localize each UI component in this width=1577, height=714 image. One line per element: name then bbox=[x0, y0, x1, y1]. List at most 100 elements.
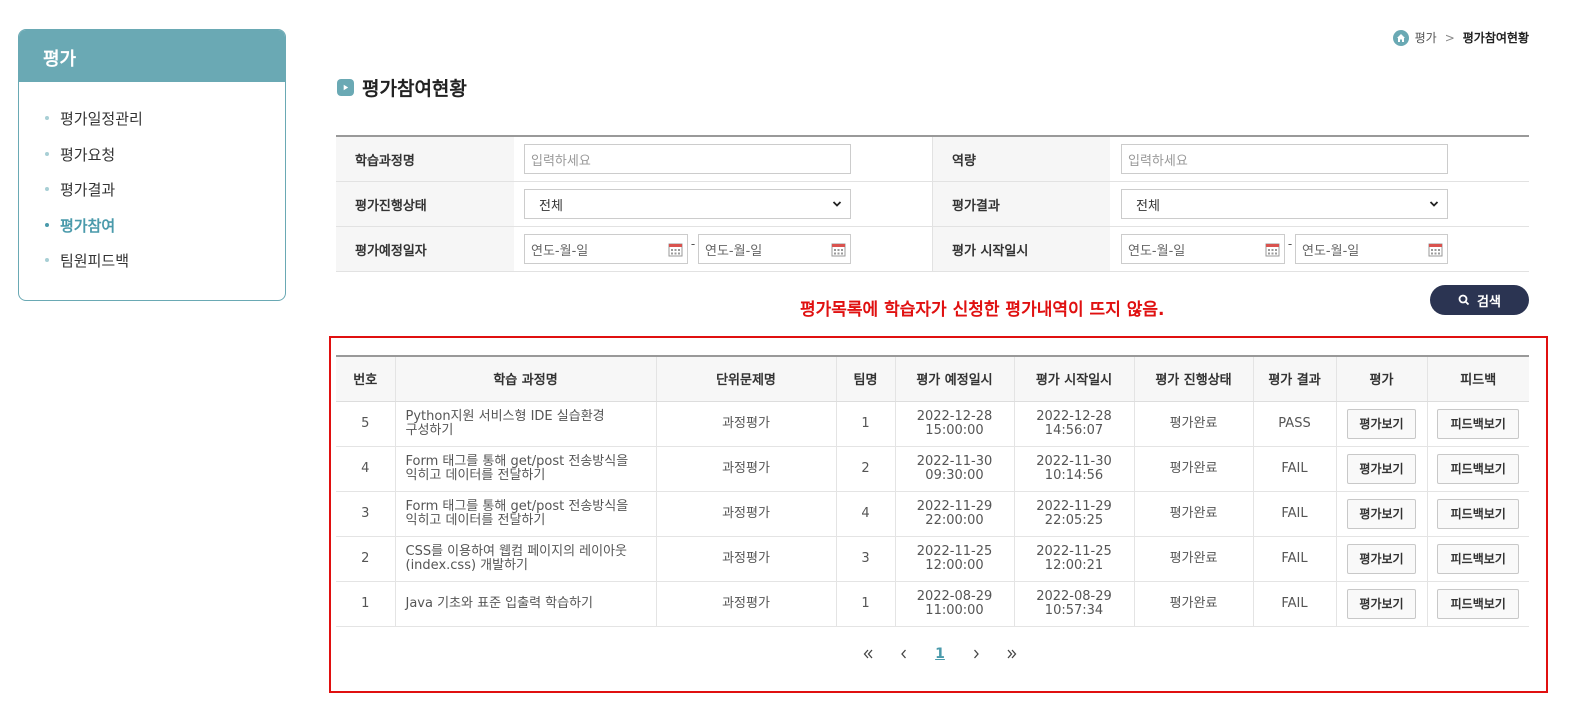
calendar-icon[interactable] bbox=[1428, 242, 1443, 257]
date-line: 2022-12-28 bbox=[1036, 408, 1112, 424]
header-scheduled: 평가 예정일시 bbox=[894, 355, 1014, 402]
calendar-icon[interactable] bbox=[668, 242, 683, 257]
cell-feedback: 피드백보기 bbox=[1426, 401, 1529, 447]
cell-team: 1 bbox=[835, 401, 895, 447]
date-line: 2022-11-25 bbox=[1036, 543, 1112, 559]
cell-no: 5 bbox=[336, 401, 395, 447]
chevron-down-icon bbox=[1429, 201, 1439, 207]
view-feedback-button[interactable]: 피드백보기 bbox=[1437, 408, 1520, 439]
sidebar-item-team-feedback[interactable]: 팀원피드백 bbox=[45, 250, 285, 286]
header-status: 평가 진행상태 bbox=[1133, 355, 1253, 402]
cell-no: 1 bbox=[336, 581, 395, 627]
cell-evaluation: 평가보기 bbox=[1335, 446, 1427, 492]
cell-team: 2 bbox=[835, 446, 895, 492]
course-line: 구성하기 bbox=[405, 422, 454, 438]
view-evaluation-button[interactable]: 평가보기 bbox=[1347, 498, 1416, 529]
scheduled-date-to[interactable]: 연도-월-일 bbox=[698, 234, 851, 264]
calendar-icon[interactable] bbox=[831, 242, 846, 257]
cell-status: 평가완료 bbox=[1133, 536, 1253, 582]
sidebar-item-label: 팀원피드백 bbox=[60, 252, 130, 270]
sidebar-item-participation[interactable]: 평가참여 bbox=[45, 215, 285, 251]
cell-scheduled: 2022-11-29 22:00:00 bbox=[894, 491, 1014, 537]
page-number[interactable]: 1 bbox=[922, 644, 958, 664]
cell-result: FAIL bbox=[1252, 536, 1336, 582]
view-evaluation-button[interactable]: 평가보기 bbox=[1347, 453, 1416, 484]
date-line: 2022-11-30 bbox=[916, 453, 993, 469]
search-button[interactable]: 검색 bbox=[1430, 285, 1529, 315]
calendar-icon[interactable] bbox=[1265, 242, 1280, 257]
sidebar-item-request[interactable]: 평가요청 bbox=[45, 144, 285, 180]
form-row: 평가예정일자 연도-월-일 - 연도-월-일 평가 시작일시 연도-월-일 - … bbox=[336, 227, 1529, 272]
time-line: 15:00:00 bbox=[925, 422, 984, 438]
start-date-label: 평가 시작일시 bbox=[932, 227, 1110, 271]
sidebar-item-schedule[interactable]: 평가일정관리 bbox=[45, 108, 285, 144]
view-feedback-button[interactable]: 피드백보기 bbox=[1437, 588, 1520, 619]
view-evaluation-button[interactable]: 평가보기 bbox=[1347, 588, 1416, 619]
form-cell: 전체 bbox=[514, 182, 932, 226]
view-evaluation-button[interactable]: 평가보기 bbox=[1347, 543, 1416, 574]
prev-page-icon[interactable] bbox=[886, 644, 922, 664]
course-line: Python지원 서비스형 IDE 실습환경 bbox=[405, 408, 605, 424]
table-row: 5 Python지원 서비스형 IDE 실습환경 구성하기 과정평가 1 2022… bbox=[336, 401, 1529, 447]
course-line: 익히고 데이터를 전달하기 bbox=[405, 467, 546, 483]
course-name-input[interactable]: 입력하세요 bbox=[524, 144, 851, 174]
cell-team: 4 bbox=[835, 491, 895, 537]
time-line: 22:05:25 bbox=[1044, 512, 1104, 528]
view-feedback-button[interactable]: 피드백보기 bbox=[1437, 543, 1520, 574]
cell-scheduled: 2022-08-29 11:00:00 bbox=[894, 581, 1014, 627]
view-feedback-button[interactable]: 피드백보기 bbox=[1437, 453, 1520, 484]
result-value: 전체 bbox=[1136, 198, 1160, 214]
time-line: 12:00:00 bbox=[925, 557, 984, 573]
cell-no: 2 bbox=[336, 536, 395, 582]
header-no: 번호 bbox=[336, 355, 395, 402]
header-start: 평가 시작일시 bbox=[1013, 355, 1134, 402]
date-line: 2022-08-29 bbox=[916, 588, 993, 604]
first-page-icon[interactable] bbox=[850, 644, 886, 664]
form-cell: 연도-월-일 - 연도-월-일 bbox=[1110, 227, 1529, 271]
course-line: Java 기초와 표준 입출력 학습하기 bbox=[405, 595, 594, 611]
cell-scheduled: 2022-11-30 09:30:00 bbox=[894, 446, 1014, 492]
date-placeholder: 연도-월-일 bbox=[1302, 243, 1360, 259]
cell-course: CSS를 이용하여 웹컴 페이지의 레이아웃 (index.css) 개발하기 bbox=[394, 536, 656, 582]
sidebar-item-result[interactable]: 평가결과 bbox=[45, 179, 285, 215]
result-select[interactable]: 전체 bbox=[1121, 189, 1448, 219]
cell-result: FAIL bbox=[1252, 581, 1336, 627]
sidebar: 평가 평가일정관리 평가요청 평가결과 평가참여 팀원피드백 bbox=[18, 29, 286, 301]
sidebar-title: 평가 bbox=[19, 30, 285, 82]
next-page-icon[interactable] bbox=[958, 644, 994, 664]
pagination: 1 bbox=[850, 644, 1030, 664]
cell-evaluation: 평가보기 bbox=[1335, 536, 1427, 582]
date-placeholder: 연도-월-일 bbox=[705, 243, 763, 259]
cell-course: Python지원 서비스형 IDE 실습환경 구성하기 bbox=[394, 401, 656, 447]
scheduled-date-from[interactable]: 연도-월-일 bbox=[524, 234, 688, 264]
search-button-label: 검색 bbox=[1477, 294, 1501, 310]
cell-scheduled: 2022-11-25 12:00:00 bbox=[894, 536, 1014, 582]
view-evaluation-button[interactable]: 평가보기 bbox=[1347, 408, 1416, 439]
start-date-to[interactable]: 연도-월-일 bbox=[1295, 234, 1448, 264]
cell-no: 3 bbox=[336, 491, 395, 537]
sidebar-item-label: 평가요청 bbox=[60, 145, 116, 164]
cell-status: 평가완료 bbox=[1133, 491, 1253, 537]
last-page-icon[interactable] bbox=[994, 644, 1030, 664]
cell-unit: 과정평가 bbox=[655, 446, 836, 492]
header-team: 팀명 bbox=[835, 355, 895, 402]
home-icon[interactable] bbox=[1392, 29, 1409, 46]
chevron-right-icon: > bbox=[1444, 30, 1455, 45]
sidebar-menu: 평가일정관리 평가요청 평가결과 평가참여 팀원피드백 bbox=[19, 82, 285, 286]
progress-status-select[interactable]: 전체 bbox=[524, 189, 851, 219]
page-title: 평가참여현황 bbox=[337, 74, 467, 101]
date-line: 2022-11-29 bbox=[1036, 498, 1112, 514]
progress-status-value: 전체 bbox=[539, 198, 563, 214]
header-evaluation: 평가 bbox=[1335, 355, 1427, 402]
date-separator: - bbox=[690, 237, 696, 251]
cell-feedback: 피드백보기 bbox=[1426, 491, 1529, 537]
view-feedback-button[interactable]: 피드백보기 bbox=[1437, 498, 1520, 529]
cell-start: 2022-11-29 22:05:25 bbox=[1013, 491, 1134, 537]
cell-unit: 과정평가 bbox=[655, 581, 836, 627]
breadcrumb-parent[interactable]: 평가 bbox=[1415, 29, 1437, 46]
competency-input[interactable]: 입력하세요 bbox=[1121, 144, 1448, 174]
cell-status: 평가완료 bbox=[1133, 581, 1253, 627]
breadcrumb-current: 평가참여현황 bbox=[1462, 31, 1529, 45]
start-date-from[interactable]: 연도-월-일 bbox=[1121, 234, 1285, 264]
time-line: 12:00:21 bbox=[1044, 557, 1104, 573]
